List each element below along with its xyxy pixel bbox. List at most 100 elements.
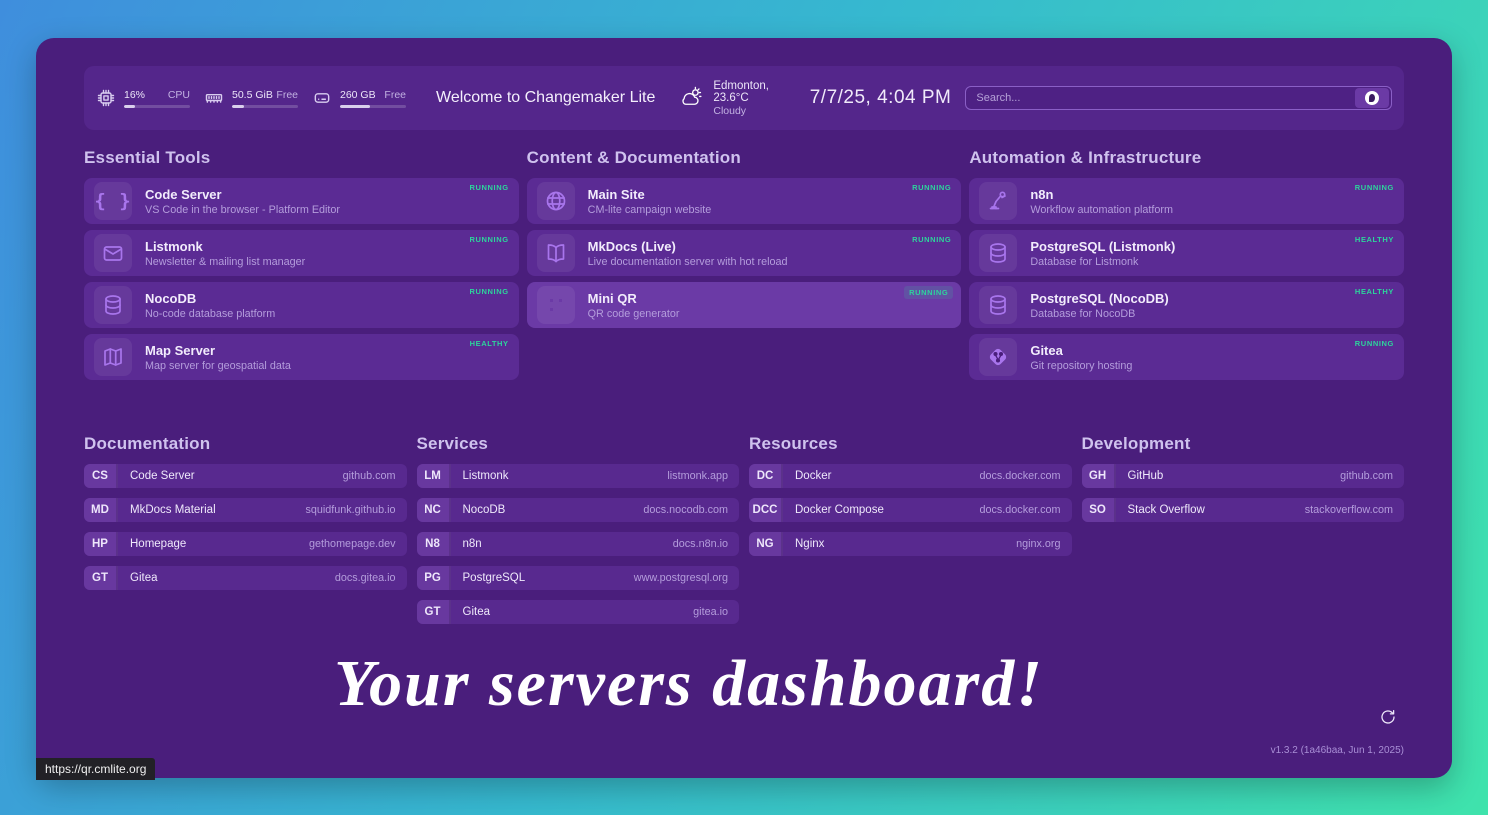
service-card-main-site[interactable]: Main Site CM-lite campaign website RUNNI… (527, 178, 962, 224)
code-braces-icon: { } (94, 182, 132, 220)
tagline-text: Your servers dashboard! (0, 646, 1397, 722)
service-card-nocodb[interactable]: NocoDB No-code database platform RUNNING (84, 282, 519, 328)
status-badge: RUNNING (1355, 183, 1394, 192)
memory-icon (204, 88, 224, 108)
service-card-code-server[interactable]: { } Code Server VS Code in the browser -… (84, 178, 519, 224)
bookmark-name: Homepage (118, 532, 309, 556)
dashboard-panel: 16% CPU 50.5 GiB Free 260 GB Fre (36, 38, 1452, 778)
service-subtitle: Git repository hosting (1030, 360, 1132, 372)
service-title: Main Site (588, 187, 712, 202)
bookmark-url: gitea.io (693, 600, 739, 624)
disk-value: 260 GB (340, 89, 376, 101)
refresh-icon (1379, 708, 1397, 726)
bookmark-docker[interactable]: DC Docker docs.docker.com (749, 464, 1072, 488)
bookmark-name: GitHub (1116, 464, 1341, 488)
disk-icon (312, 88, 332, 108)
service-card-postgresql-listmonk[interactable]: PostgreSQL (Listmonk) Database for Listm… (969, 230, 1404, 276)
version-label: v1.3.2 (1a46baa, Jun 1, 2025) (1271, 745, 1404, 756)
search-box (965, 86, 1392, 110)
service-title: Gitea (1030, 343, 1132, 358)
bookmark-abbr: CS (84, 464, 118, 488)
service-subtitle: CM-lite campaign website (588, 204, 712, 216)
bookmark-url: listmonk.app (667, 464, 739, 488)
service-card-mkdocs[interactable]: MkDocs (Live) Live documentation server … (527, 230, 962, 276)
service-title: n8n (1030, 187, 1173, 202)
bookmark-group-documentation: Documentation CS Code Server github.com … (84, 434, 407, 600)
robot-arm-icon (979, 182, 1017, 220)
status-badge: RUNNING (912, 183, 951, 192)
page-title: Welcome to Changemaker Lite (436, 89, 655, 107)
service-card-postgresql-nocodb[interactable]: PostgreSQL (NocoDB) Database for NocoDB … (969, 282, 1404, 328)
bookmark-gitea-docs[interactable]: GT Gitea docs.gitea.io (84, 566, 407, 590)
service-title: PostgreSQL (NocoDB) (1030, 291, 1168, 306)
service-group-essential-tools: Essential Tools { } Code Server VS Code … (84, 148, 519, 386)
cloud-sun-icon (679, 83, 704, 113)
weather-location: Edmonton, 23.6°C (713, 80, 791, 104)
bookmark-code-server[interactable]: CS Code Server github.com (84, 464, 407, 488)
bookmark-url: nginx.org (1016, 532, 1071, 556)
service-card-mini-qr[interactable]: Mini QR QR code generator RUNNING (527, 282, 962, 328)
service-subtitle: No-code database platform (145, 308, 275, 320)
bookmark-abbr: PG (417, 566, 451, 590)
weather-widget: Edmonton, 23.6°C Cloudy (679, 80, 791, 117)
cpu-icon (96, 88, 116, 108)
service-card-gitea[interactable]: Gitea Git repository hosting RUNNING (969, 334, 1404, 380)
service-card-map-server[interactable]: Map Server Map server for geospatial dat… (84, 334, 519, 380)
bookmark-url: github.com (343, 464, 407, 488)
memory-label: Free (276, 89, 298, 101)
bookmark-github[interactable]: GH GitHub github.com (1082, 464, 1405, 488)
gitea-icon (979, 338, 1017, 376)
search-engine-button[interactable] (1355, 88, 1389, 108)
bookmark-gitea[interactable]: GT Gitea gitea.io (417, 600, 740, 624)
bookmark-abbr: GT (417, 600, 451, 624)
disk-label: Free (384, 89, 406, 101)
service-card-listmonk[interactable]: Listmonk Newsletter & mailing list manag… (84, 230, 519, 276)
bookmark-url: stackoverflow.com (1305, 498, 1404, 522)
search-input[interactable] (966, 92, 1355, 104)
status-badge: RUNNING (469, 183, 508, 192)
mail-icon (94, 234, 132, 272)
bookmark-name: Code Server (118, 464, 343, 488)
bookmark-url: www.postgresql.org (634, 566, 739, 590)
bookmark-group-services: Services LM Listmonk listmonk.app NC Noc… (417, 434, 740, 634)
cpu-progress (124, 105, 190, 108)
bookmark-postgresql[interactable]: PG PostgreSQL www.postgresql.org (417, 566, 740, 590)
memory-progress (232, 105, 298, 108)
service-card-n8n[interactable]: n8n Workflow automation platform RUNNING (969, 178, 1404, 224)
service-subtitle: Newsletter & mailing list manager (145, 256, 305, 268)
bookmark-homepage[interactable]: HP Homepage gethomepage.dev (84, 532, 407, 556)
group-heading: Essential Tools (84, 148, 519, 168)
refresh-button[interactable] (1378, 708, 1398, 728)
service-subtitle: VS Code in the browser - Platform Editor (145, 204, 340, 216)
bookmark-name: MkDocs Material (118, 498, 305, 522)
memory-widget: 50.5 GiB Free (204, 88, 298, 108)
bookmark-n8n[interactable]: N8 n8n docs.n8n.io (417, 532, 740, 556)
bookmark-abbr: SO (1082, 498, 1116, 522)
service-group-automation-infrastructure: Automation & Infrastructure n8n Workflow… (969, 148, 1404, 386)
bookmark-abbr: NC (417, 498, 451, 522)
book-icon (537, 234, 575, 272)
bookmark-stack-overflow[interactable]: SO Stack Overflow stackoverflow.com (1082, 498, 1405, 522)
bookmark-name: Nginx (783, 532, 1016, 556)
header-bar: 16% CPU 50.5 GiB Free 260 GB Fre (84, 66, 1404, 130)
bookmark-name: Docker Compose (783, 498, 979, 522)
bookmark-nocodb[interactable]: NC NocoDB docs.nocodb.com (417, 498, 740, 522)
bookmark-name: PostgreSQL (451, 566, 634, 590)
bookmark-abbr: GT (84, 566, 118, 590)
bookmark-listmonk[interactable]: LM Listmonk listmonk.app (417, 464, 740, 488)
service-title: Map Server (145, 343, 291, 358)
bookmark-abbr: DCC (749, 498, 783, 522)
bookmark-abbr: HP (84, 532, 118, 556)
group-heading: Services (417, 434, 740, 454)
bookmark-mkdocs-material[interactable]: MD MkDocs Material squidfunk.github.io (84, 498, 407, 522)
status-badge: RUNNING (469, 287, 508, 296)
service-group-content-documentation: Content & Documentation Main Site CM-lit… (527, 148, 962, 334)
bookmark-url: gethomepage.dev (309, 532, 406, 556)
group-heading: Documentation (84, 434, 407, 454)
service-subtitle: Map server for geospatial data (145, 360, 291, 372)
bookmark-nginx[interactable]: NG Nginx nginx.org (749, 532, 1072, 556)
status-badge: HEALTHY (1355, 287, 1394, 296)
bookmark-docker-compose[interactable]: DCC Docker Compose docs.docker.com (749, 498, 1072, 522)
weather-condition: Cloudy (713, 105, 791, 117)
bookmark-url: docs.docker.com (979, 498, 1071, 522)
